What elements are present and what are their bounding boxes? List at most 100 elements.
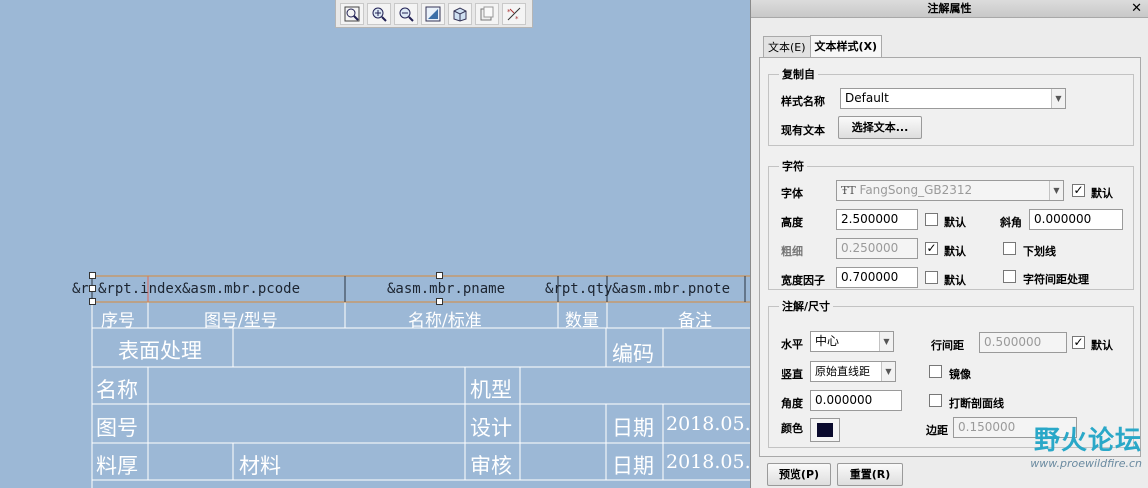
watermark-title: 野火论坛 [1033,426,1142,456]
height-default-label: 默认 [944,216,966,229]
title-material: 材料 [239,454,281,478]
title-model: 机型 [470,378,512,402]
header-note: 备注 [678,311,712,331]
underline-checkbox[interactable] [1003,242,1016,255]
param-qty[interactable]: &rpt.qty [545,281,612,297]
preview-button[interactable]: 预览(P) [767,463,831,486]
angle-label: 角度 [781,397,803,410]
title-review: 审核 [470,454,512,478]
tab-content: 复制自 样式名称 Default ▼ 现有文本 选择文本... 字符 字体 ŦT… [759,57,1141,457]
style-name-value: Default [845,91,889,105]
dialog-titlebar: 注解属性 ✕ [751,0,1148,18]
title-date1: 日期 [612,416,654,440]
header-seq: 序号 [101,311,135,331]
thickness-default-checkbox[interactable]: ✓ [925,242,938,255]
title-date2-value: 2018.05. [666,451,750,473]
title-name: 名称 [96,378,138,402]
slant-input[interactable]: 0.000000 [1029,209,1123,230]
angle-input[interactable]: 0.000000 [810,390,902,411]
font-label: 字体 [781,187,803,200]
close-icon[interactable]: ✕ [1131,0,1142,17]
width-factor-input[interactable]: 0.700000 [836,267,918,288]
underline-label: 下划线 [1023,245,1056,258]
height-default-checkbox[interactable] [925,213,938,226]
style-name-select[interactable]: Default ▼ [840,88,1066,109]
title-date1-value: 2018.05. [666,413,750,435]
thickness-input[interactable]: 0.250000 [836,238,918,259]
mirror-label: 镜像 [949,368,971,381]
select-text-button[interactable]: 选择文本... [838,116,922,139]
header-code: 图号/型号 [204,311,278,331]
checkmark-icon: ✓ [1073,183,1084,197]
height-label: 高度 [781,216,803,229]
line-spacing-label: 行间距 [931,339,964,352]
title-drawing-no: 图号 [96,416,138,440]
truetype-icon: ŦT [841,184,856,197]
vertical-value: 原始直线距 [815,365,870,378]
horizontal-value: 中心 [815,334,840,348]
param-pcode[interactable]: &asm.mbr.pcode [182,281,300,297]
break-hatch-label: 打断剖面线 [949,397,1004,410]
vertical-label: 竖直 [781,368,803,381]
note-properties-dialog: 注解属性 ✕ 文本(E) 文本样式(X) 复制自 样式名称 Default ▼ … [750,0,1148,488]
line-spacing-input[interactable]: 0.500000 [979,332,1067,353]
title-thickness: 料厚 [96,454,138,478]
color-label: 颜色 [781,422,803,435]
chevron-down-icon: ▼ [879,332,893,351]
font-value: FangSong_GB2312 [859,183,973,197]
tab-text[interactable]: 文本(E) [763,36,811,57]
kerning-checkbox[interactable] [1003,270,1016,283]
width-factor-label: 宽度因子 [781,274,825,287]
color-swatch-button[interactable] [810,418,840,442]
title-surface: 表面处理 [118,339,202,363]
tab-strip: 文本(E) 文本样式(X) [763,35,883,58]
thickness-default-label: 默认 [944,245,966,258]
mirror-checkbox[interactable] [929,365,942,378]
chevron-down-icon: ▼ [881,362,895,381]
param-pname[interactable]: &asm.mbr.pname [387,281,505,297]
break-hatch-checkbox[interactable] [929,394,942,407]
reset-button[interactable]: 重置(R) [837,463,903,486]
watermark: 野火论坛 www.proewildfire.cn [1030,420,1142,470]
chevron-down-icon: ▼ [1051,89,1065,108]
selection-handle[interactable] [89,285,96,292]
horizontal-label: 水平 [781,338,803,351]
color-swatch [817,423,833,437]
title-number: 编码 [612,342,654,366]
title-design: 设计 [470,416,512,440]
selection-handle[interactable] [89,298,96,305]
existing-text-label: 现有文本 [781,124,825,137]
title-date2: 日期 [612,454,654,478]
param-pnote[interactable]: &asm.mbr.pnote [612,281,731,297]
group-copy-from-legend: 复制自 [782,68,815,81]
param-index[interactable]: &rpt.index [98,281,182,297]
header-count: 数量 [565,311,599,331]
kerning-label: 字符间距处理 [1023,273,1089,286]
selection-handle[interactable] [89,272,96,279]
param-prefix: &r [72,281,89,297]
checkmark-icon: ✓ [926,241,937,255]
width-default-checkbox[interactable] [925,271,938,284]
width-default-label: 默认 [944,274,966,287]
margin-label: 边距 [926,424,948,437]
line-spacing-default-checkbox[interactable]: ✓ [1072,336,1085,349]
horizontal-select[interactable]: 中心 ▼ [810,331,894,352]
style-name-label: 样式名称 [781,95,825,108]
height-input[interactable]: 2.500000 [836,209,918,230]
group-character-legend: 字符 [782,160,804,173]
vertical-select[interactable]: 原始直线距 ▼ [810,361,896,382]
font-default-label: 默认 [1091,187,1113,200]
dialog-title: 注解属性 [927,2,972,15]
slant-label: 斜角 [1000,216,1022,229]
chevron-down-icon: ▼ [1049,181,1063,200]
selection-handle[interactable] [436,298,443,305]
header-name: 名称/标准 [408,311,482,331]
thickness-label: 粗细 [781,245,803,258]
group-note-dim-legend: 注解/尺寸 [782,300,831,313]
drawing-canvas[interactable]: * * &r &rpt.index &asm.mbr.pcode &asm.mb… [0,0,750,488]
font-select[interactable]: ŦT FangSong_GB2312 ▼ [836,180,1064,201]
selection-handle[interactable] [436,272,443,279]
tab-text-style[interactable]: 文本样式(X) [809,35,883,58]
font-default-checkbox[interactable]: ✓ [1072,184,1085,197]
watermark-url: www.proewildfire.cn [1030,457,1142,470]
